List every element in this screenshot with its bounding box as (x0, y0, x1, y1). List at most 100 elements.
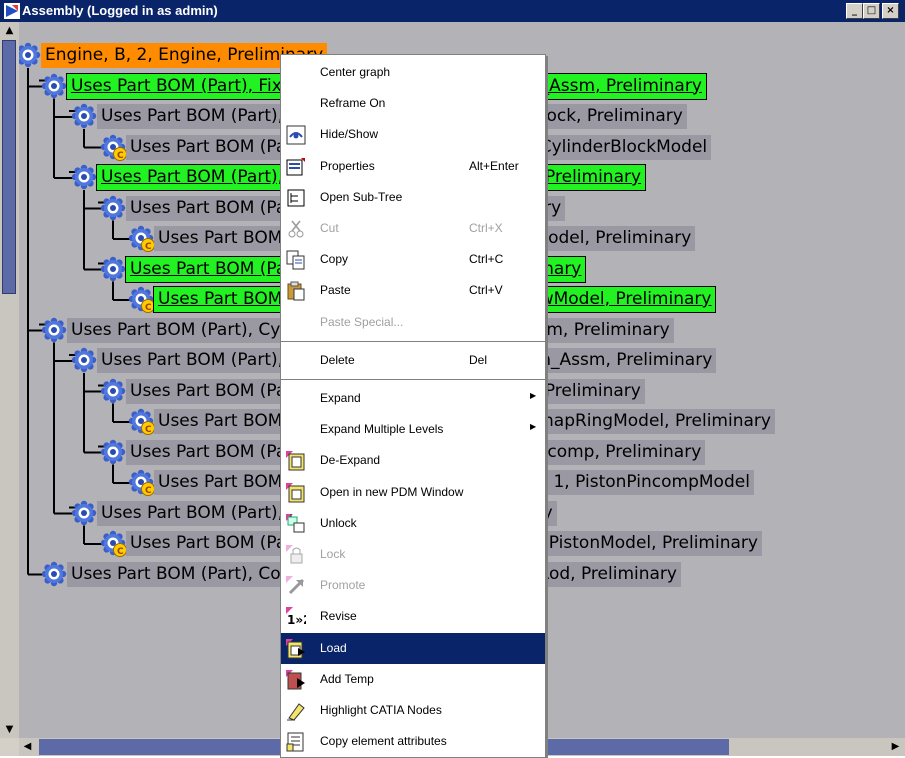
scroll-right-arrow[interactable]: ▶ (887, 738, 904, 755)
catia-part-icon: C (128, 408, 156, 436)
menu-item-unlock[interactable]: Unlock (281, 508, 545, 539)
vertical-scrollbar[interactable]: ▲ ▼ (0, 22, 19, 738)
assembly-icon (100, 195, 128, 223)
submenu-arrow-icon: ▶ (530, 422, 537, 432)
hide-show-icon (286, 125, 306, 145)
close-button[interactable]: × (882, 3, 899, 19)
catia-part-icon: C (100, 134, 128, 162)
menu-item-label: Load (320, 640, 347, 655)
paste-icon (286, 281, 306, 301)
menu-item-label: Cut (320, 221, 339, 235)
menu-item-label: Lock (320, 547, 346, 561)
menu-item-label: Hide/Show (320, 127, 379, 142)
svg-text:C: C (145, 242, 152, 252)
menu-item-shortcut: Ctrl+C (469, 252, 504, 267)
svg-text:1»2: 1»2 (287, 613, 306, 627)
scroll-up-arrow[interactable]: ▲ (1, 22, 18, 39)
assembly-icon (71, 164, 99, 192)
menu-item-load[interactable]: Load (281, 632, 545, 664)
menu-item-expand-multiple-levels[interactable]: Expand Multiple Levels ▶ (281, 414, 545, 445)
submenu-arrow-icon: ▶ (530, 391, 537, 400)
svg-text:C: C (145, 425, 152, 435)
menu-item-lock[interactable]: Lock (281, 539, 545, 570)
svg-text:C: C (145, 486, 152, 496)
properties-icon (286, 157, 306, 177)
menu-item-label: De-Expand (320, 453, 381, 468)
menu-item-cut[interactable]: Cut Ctrl+X (281, 213, 545, 244)
menu-item-shortcut: Ctrl+V (469, 283, 503, 298)
context-menu: Center graph Reframe On Hide/Show Propertie… (280, 54, 546, 758)
menu-item-label: Revise (320, 609, 357, 624)
unlock-icon (286, 513, 306, 534)
assembly-icon (41, 73, 69, 101)
menu-item-label: Unlock (320, 515, 357, 530)
menu-item-label: Open Sub-Tree (320, 189, 403, 204)
assembly-icon (71, 103, 99, 131)
menu-item-reframe-on[interactable]: Reframe On (281, 88, 545, 119)
window-title: Assembly (Logged in as admin) (22, 3, 218, 18)
menu-item-label: Expand Multiple Levels (320, 422, 444, 437)
menu-item-paste-special[interactable]: Paste Special... (281, 307, 545, 338)
catia-part-icon: C (100, 530, 128, 558)
svg-text:C: C (117, 151, 124, 161)
vertical-scroll-thumb[interactable] (2, 40, 16, 294)
deexpand-icon (286, 451, 306, 471)
minimize-button[interactable]: _ (846, 3, 863, 19)
menu-item-highlight-catia-nodes[interactable]: Highlight CATIA Nodes (281, 695, 545, 726)
menu-item-label: Expand (320, 391, 361, 405)
title-bar[interactable]: Assembly (Logged in as admin) _ □ × (0, 0, 905, 22)
menu-item-promote[interactable]: Promote (281, 570, 545, 601)
menu-item-de-expand[interactable]: De-Expand (281, 445, 545, 476)
assembly-icon (100, 378, 128, 406)
svg-text:C: C (117, 547, 124, 557)
pdm-window-icon (286, 482, 306, 503)
assembly-icon (100, 256, 128, 284)
menu-item-label: Reframe On (320, 96, 386, 111)
menu-item-label: Center graph (320, 65, 391, 79)
menu-item-open-in-new-pdm-window[interactable]: Open in new PDM Window (281, 477, 545, 508)
menu-item-expand[interactable]: Expand ▶ (281, 383, 545, 414)
maximize-button[interactable]: □ (863, 3, 880, 19)
menu-item-add-temp[interactable]: Add Temp (281, 664, 545, 695)
copy-icon (286, 250, 306, 270)
menu-item-paste[interactable]: Paste Ctrl+V (281, 275, 545, 306)
scissors-icon (286, 219, 306, 239)
menu-item-label: Promote (320, 578, 366, 593)
menu-item-copy-element-attributes[interactable]: Copy element attributes (281, 726, 545, 757)
lock-icon (286, 545, 306, 565)
assembly-icon (41, 317, 69, 345)
menu-item-label: Add Temp (320, 671, 374, 686)
menu-item-hide-show[interactable]: Hide/Show (281, 119, 545, 150)
assembly-icon (19, 42, 43, 70)
menu-item-copy[interactable]: Copy Ctrl+C (281, 244, 545, 275)
menu-item-label: Paste Special... (320, 314, 404, 329)
scroll-down-arrow[interactable]: ▼ (1, 721, 18, 738)
assembly-icon (71, 500, 99, 528)
menu-item-center-graph[interactable]: Center graph (281, 57, 545, 88)
highlight-icon (286, 701, 306, 721)
menu-item-label: Properties (320, 158, 375, 173)
menu-separator (281, 340, 545, 342)
menu-item-label: Delete (320, 352, 355, 367)
scroll-left-arrow[interactable]: ◀ (19, 738, 36, 755)
menu-item-open-sub-tree[interactable]: Open Sub-Tree (281, 182, 545, 213)
menu-item-label: Highlight CATIA Nodes (320, 703, 442, 717)
assembly-icon (100, 439, 128, 467)
menu-item-revise[interactable]: 1»2 Revise (281, 601, 545, 632)
menu-item-shortcut: Ctrl+X (469, 221, 503, 235)
subtree-icon (286, 188, 306, 208)
menu-item-label: Paste (320, 283, 351, 298)
revise-icon: 1»2 (286, 607, 311, 627)
catia-part-icon: C (128, 469, 156, 497)
catia-part-icon: C (128, 225, 156, 253)
add-temp-icon (286, 669, 306, 690)
menu-separator (281, 379, 545, 380)
menu-item-properties[interactable]: Properties Alt+Enter (281, 151, 545, 182)
svg-text:C: C (145, 303, 152, 313)
menu-item-label: Copy element attributes (320, 734, 447, 749)
app-icon (4, 3, 20, 19)
menu-item-delete[interactable]: Delete Del (281, 345, 545, 376)
assembly-icon (71, 347, 99, 375)
menu-item-shortcut: Del (469, 352, 488, 367)
promote-icon (286, 576, 306, 596)
